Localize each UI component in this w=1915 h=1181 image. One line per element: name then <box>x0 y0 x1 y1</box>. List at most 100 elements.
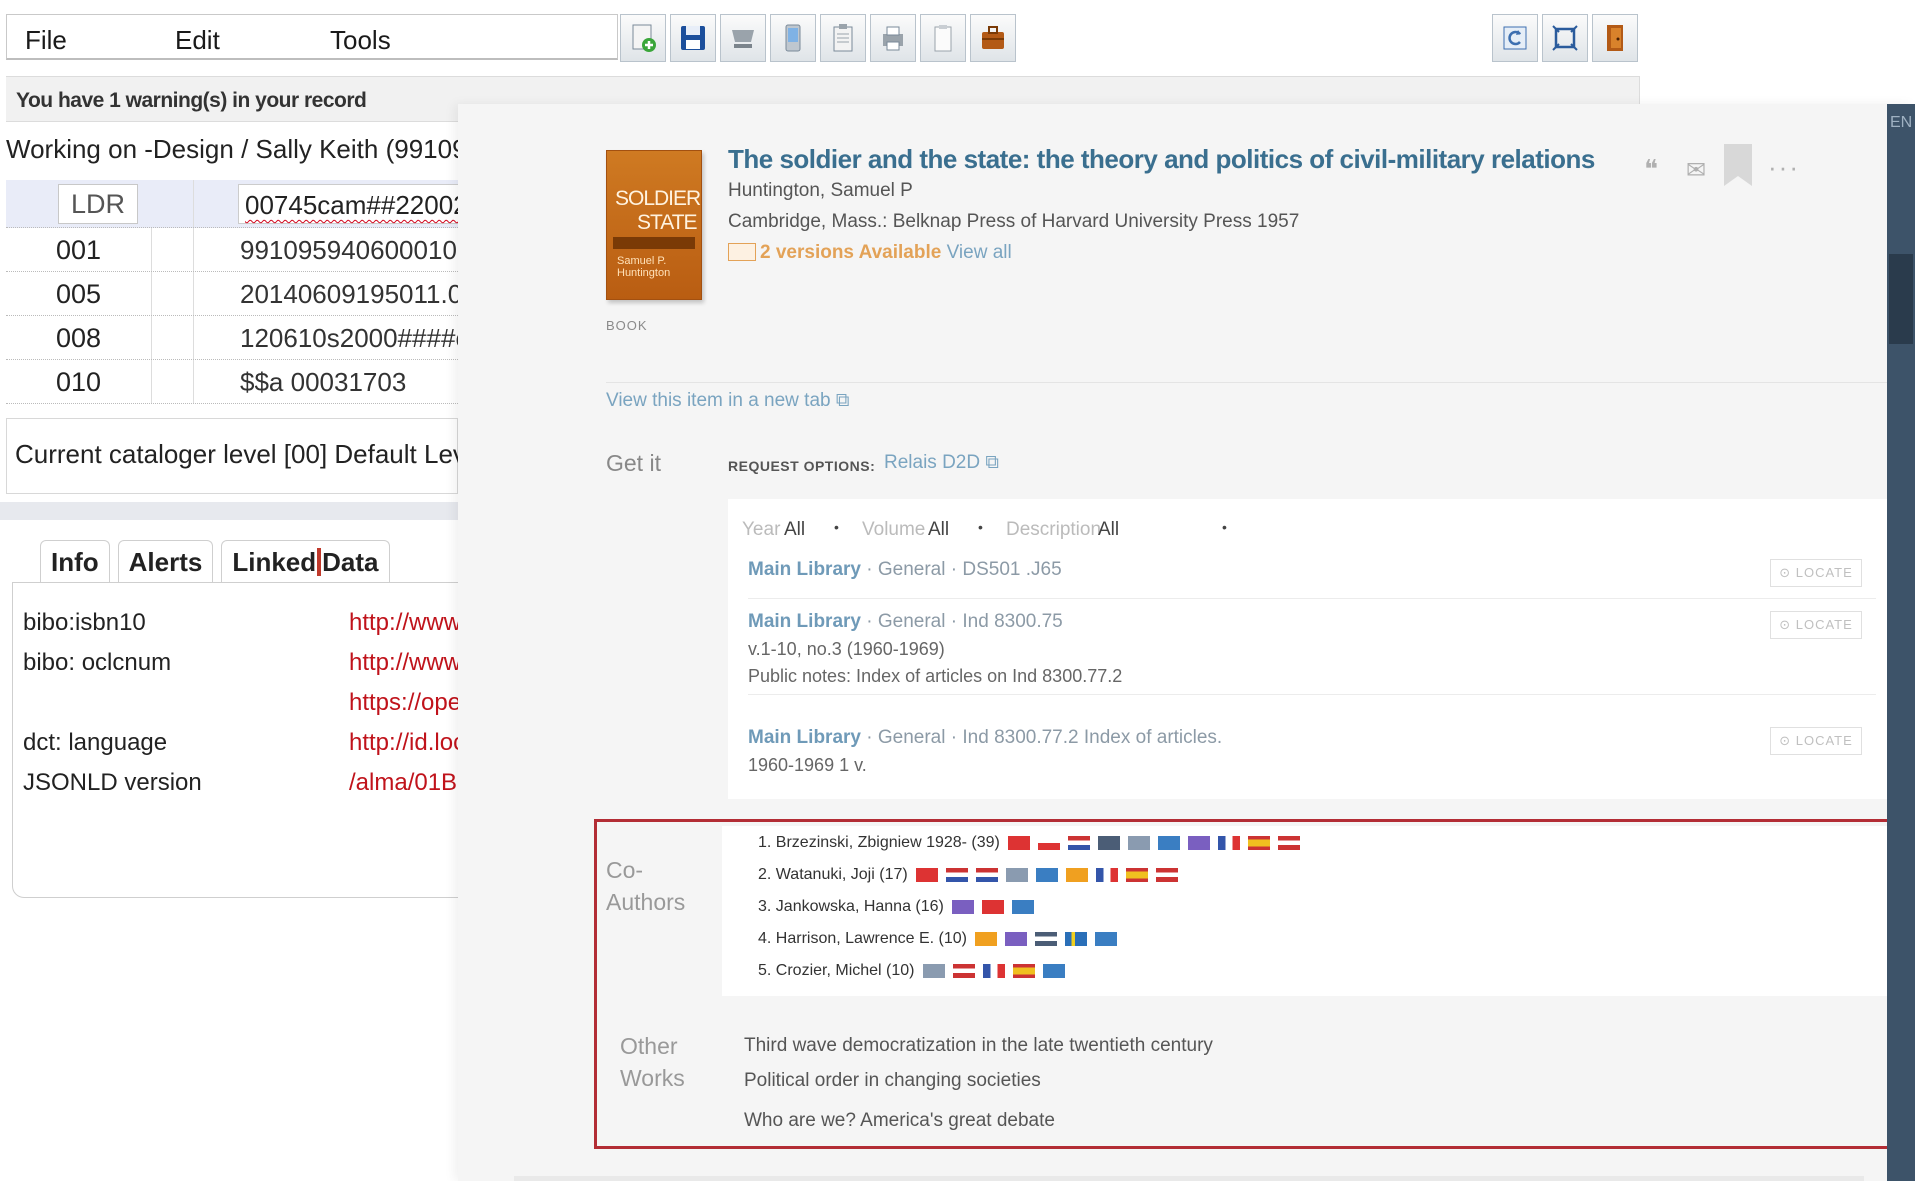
marc-record-table: LDR 00745cam##2200277 001 99109594060001… <box>6 180 497 404</box>
holding-note: 1960-1969 1 v. <box>748 755 867 775</box>
filter-volume-select[interactable]: All <box>928 519 949 541</box>
relais-text: Relais D2D <box>884 452 981 473</box>
co-author-item[interactable]: 1. Brzezinski, Zbigniew 1928- (39) <box>758 834 1300 852</box>
language-flag-icon <box>951 900 974 914</box>
new-record-button[interactable] <box>620 14 666 62</box>
locate-label: LOCATE <box>1795 617 1853 632</box>
filter-description-select[interactable]: All <box>1098 519 1119 541</box>
fullscreen-icon <box>1552 25 1578 51</box>
marc-row-001[interactable]: 001 99109594060001021 <box>6 228 486 272</box>
ld-link[interactable]: /alma/01BC <box>349 769 474 797</box>
holding-row[interactable]: Main Library · General · Ind 8300.77.2 I… <box>748 727 1876 787</box>
relais-d2d-link[interactable]: Relais D2D ⧉ <box>884 452 999 474</box>
ld-link[interactable]: http://www. <box>349 609 466 637</box>
dropdown-caret-icon[interactable]: • <box>978 519 983 535</box>
fullscreen-button[interactable] <box>1542 14 1588 62</box>
view-in-new-tab-link[interactable]: View this item in a new tab ⧉ <box>606 390 849 412</box>
cover-title: STATE <box>637 211 698 234</box>
clipboard-button[interactable] <box>820 14 866 62</box>
locate-button[interactable]: ⊙ LOCATE <box>1770 611 1862 639</box>
menu-tools[interactable]: Tools <box>330 25 391 56</box>
dropdown-caret-icon[interactable]: • <box>1222 519 1227 535</box>
pin-icon: ⊙ <box>1779 565 1792 580</box>
filter-year-select[interactable]: All <box>784 519 805 541</box>
holding-row[interactable]: Main Library · General · DS501 .J65 ⊙ LO… <box>748 559 1876 599</box>
paste-button[interactable] <box>920 14 966 62</box>
language-flag-icon <box>1064 932 1087 946</box>
citation-quote-icon[interactable]: ❝ <box>1644 154 1658 185</box>
marc-value-input[interactable]: 00745cam##2200277 <box>238 184 497 224</box>
language-flag-icon <box>1065 868 1088 882</box>
menu-file[interactable]: File <box>25 25 67 56</box>
email-icon[interactable]: ✉ <box>1686 156 1706 185</box>
record-title[interactable]: The soldier and the state: the theory an… <box>728 144 1595 175</box>
marc-row-005[interactable]: 005 20140609195011.0 <box>6 272 462 316</box>
tab-linked-data[interactable]: Linked Data <box>221 540 390 582</box>
view-all-link[interactable]: View all <box>947 242 1012 263</box>
tab-alerts[interactable]: Alerts <box>117 540 214 582</box>
marc-value[interactable]: $$a 00031703 <box>240 360 406 404</box>
marc-value[interactable]: 99109594060001021 <box>240 228 486 272</box>
marc-tag[interactable]: LDR <box>58 184 138 224</box>
refresh-icon <box>1503 26 1527 50</box>
primo-record-window: SOLDIER STATE Samuel P. Huntington BOOK … <box>458 104 1915 1181</box>
cover-author: Samuel P. Huntington <box>617 255 671 279</box>
language-flag-icon <box>1005 868 1028 882</box>
co-author-item[interactable]: 4. Harrison, Lawrence E. (10) <box>758 930 1117 948</box>
marc-row-010[interactable]: 010 $$a 00031703 <box>6 360 458 404</box>
language-flag-icon <box>1042 964 1065 978</box>
marc-row-008[interactable]: 008 120610s2000####cou <box>6 316 497 360</box>
marc-row-ldr[interactable]: LDR 00745cam##2200277 <box>6 180 497 228</box>
language-flag-icon <box>1035 868 1058 882</box>
save-button[interactable] <box>670 14 716 62</box>
more-actions-icon[interactable]: ··· <box>1768 152 1800 183</box>
dropdown-caret-icon[interactable]: • <box>834 519 839 535</box>
language-flag-icon <box>982 964 1005 978</box>
scrollbar-thumb[interactable] <box>1889 254 1913 344</box>
menu-bar: File Edit Tools <box>6 14 618 60</box>
marc-tag: 010 <box>6 360 152 403</box>
language-flag-icon <box>1011 900 1034 914</box>
co-author-item[interactable]: 5. Crozier, Michel (10) <box>758 962 1065 980</box>
marc-value[interactable]: 20140609195011.0 <box>240 272 462 316</box>
ld-link[interactable]: http://id.loc <box>349 729 465 757</box>
other-work-link[interactable]: Third wave democratization in the late t… <box>744 1035 1213 1057</box>
language-flag-icon <box>1007 836 1030 850</box>
tab-info[interactable]: Info <box>40 540 110 582</box>
ld-link[interactable]: http://www. <box>349 649 466 677</box>
language-flag-icon <box>952 964 975 978</box>
print-button[interactable] <box>870 14 916 62</box>
phone-button[interactable] <box>770 14 816 62</box>
co-author-item[interactable]: 2. Watanuki, Joji (17) <box>758 866 1178 884</box>
briefcase-button[interactable] <box>970 14 1016 62</box>
book-cover-thumbnail[interactable]: SOLDIER STATE Samuel P. Huntington <box>606 150 702 300</box>
language-flag-icon <box>1067 836 1090 850</box>
holding-call-number: DS501 .J65 <box>962 559 1062 580</box>
language-flag-icon <box>981 900 1004 914</box>
other-work-link[interactable]: Who are we? America's great debate <box>744 1110 1055 1132</box>
locate-button[interactable]: ⊙ LOCATE <box>1770 559 1862 587</box>
pane-splitter[interactable] <box>0 502 470 520</box>
bookmark-icon[interactable] <box>1722 144 1754 195</box>
language-flag-icon <box>1094 932 1117 946</box>
marc-tag: 001 <box>6 228 152 271</box>
exit-button[interactable] <box>1592 14 1638 62</box>
refresh-button[interactable] <box>1492 14 1538 62</box>
language-switcher[interactable]: EN <box>1890 114 1912 132</box>
ld-link[interactable]: https://oper <box>349 689 469 717</box>
label-line: Co- <box>606 857 644 883</box>
holding-collection: General <box>877 727 946 748</box>
cart-button[interactable] <box>720 14 766 62</box>
co-author-name: 2. Watanuki, Joji (17) <box>758 866 908 883</box>
locate-button[interactable]: ⊙ LOCATE <box>1770 727 1862 755</box>
working-on-title: Working on -Design / Sally Keith (991095… <box>6 134 525 164</box>
co-author-item[interactable]: 3. Jankowska, Hanna (16) <box>758 898 1034 916</box>
record-publisher: Cambridge, Mass.: Belknap Press of Harva… <box>728 211 1300 232</box>
holding-row[interactable]: Main Library · General · Ind 8300.75 v.1… <box>748 611 1876 695</box>
menu-edit[interactable]: Edit <box>175 25 220 56</box>
holding-call-number: Ind 8300.75 <box>962 611 1063 632</box>
cover-title: SOLDIER <box>615 187 701 210</box>
language-flag-icon <box>1095 868 1118 882</box>
cataloger-level-panel: Current cataloger level [00] Default Lev… <box>6 418 528 494</box>
other-work-link[interactable]: Political order in changing societies <box>744 1070 1041 1092</box>
